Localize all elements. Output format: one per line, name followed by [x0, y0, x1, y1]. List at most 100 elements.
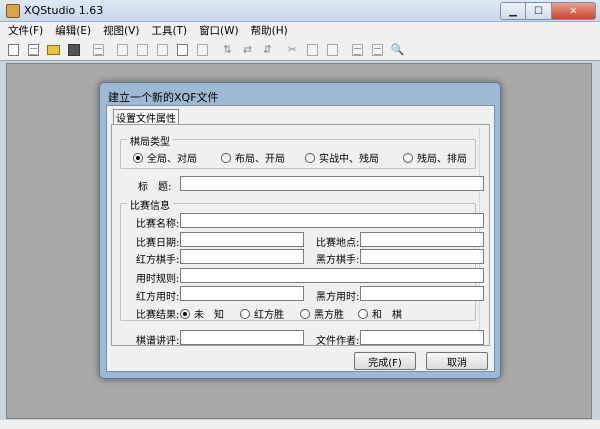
radio-label: 实战中、残局 — [319, 154, 379, 165]
new-file-button[interactable] — [5, 41, 22, 58]
print-board-icon — [177, 43, 188, 56]
match-date-label: 比赛日期: — [136, 238, 180, 249]
radio-endgame[interactable]: 残局、排局 — [403, 150, 467, 165]
paste-board-button[interactable] — [154, 41, 171, 58]
match-info-title: 比赛信息 — [127, 197, 173, 212]
new-xqf-dialog: 建立一个新的XQF文件 设置文件属性 棋局类型 全局、对局 布局、开局 实战中、… — [99, 82, 501, 379]
red-player-input[interactable] — [180, 249, 304, 264]
radio-label: 和 棋 — [372, 310, 402, 321]
red-player-label: 红方棋手: — [136, 255, 180, 266]
radio-result-unknown[interactable]: 未 知 — [180, 306, 224, 321]
minimize-icon: ▁ — [509, 5, 517, 17]
list-button[interactable] — [90, 41, 107, 58]
radio-dot — [300, 308, 310, 319]
black-player-input[interactable] — [360, 249, 484, 264]
page-back-button[interactable] — [369, 41, 386, 58]
radio-dot — [403, 152, 413, 163]
open-button[interactable] — [45, 41, 62, 58]
radio-result-red-win[interactable]: 红方胜 — [240, 306, 284, 321]
black-player-label: 黑方棋手: — [316, 255, 360, 266]
radio-dot — [305, 152, 315, 163]
page-button[interactable] — [349, 41, 366, 58]
red-time-label: 红方用时: — [136, 292, 180, 303]
radio-middle-game[interactable]: 实战中、残局 — [305, 150, 379, 165]
close-button[interactable]: ✕ — [552, 2, 596, 20]
radio-full-game[interactable]: 全局、对局 — [133, 150, 197, 165]
dialog-title: 建立一个新的XQF文件 — [108, 91, 219, 104]
black-time-label: 黑方用时: — [316, 292, 360, 303]
radio-label: 未 知 — [194, 310, 224, 321]
radio-label: 黑方胜 — [314, 310, 344, 321]
branch-icon: ⇵ — [262, 43, 273, 56]
tab-file-properties[interactable]: 设置文件属性 — [113, 109, 179, 125]
title-input[interactable] — [180, 176, 484, 191]
menu-window[interactable]: 窗口(W) — [199, 23, 239, 38]
copy-board-button[interactable] — [134, 41, 151, 58]
commentator-input[interactable] — [180, 330, 304, 345]
window-controls: ▁ ☐ ✕ — [500, 2, 596, 20]
time-rule-input[interactable] — [180, 268, 484, 283]
menu-view[interactable]: 视图(V) — [103, 23, 139, 38]
paste-button[interactable] — [324, 41, 341, 58]
menu-help[interactable]: 帮助(H) — [251, 23, 288, 38]
author-input[interactable] — [360, 330, 484, 345]
radio-label: 红方胜 — [254, 310, 284, 321]
radio-label: 残局、排局 — [417, 154, 467, 165]
folder-icon — [47, 44, 60, 55]
copy-icon — [307, 43, 318, 56]
new-file-icon — [8, 43, 19, 56]
settings-icon — [197, 43, 208, 56]
save-button[interactable] — [65, 41, 82, 58]
match-place-input[interactable] — [360, 232, 484, 247]
copy-button[interactable] — [304, 41, 321, 58]
maximize-icon: ☐ — [534, 5, 543, 17]
app-window: XQStudio 1.63 ▁ ☐ ✕ 文件(F) 编辑(E) 视图(V) 工具… — [0, 0, 600, 429]
radio-dot — [221, 152, 231, 163]
cut-board-button[interactable] — [114, 41, 131, 58]
swap-vertical-button[interactable]: ⇅ — [219, 41, 236, 58]
cut-button[interactable]: ✂ — [284, 41, 301, 58]
window-title: XQStudio 1.63 — [24, 4, 104, 17]
dialog-body: 设置文件属性 棋局类型 全局、对局 布局、开局 实战中、残局 残局、排局 标 题… — [106, 105, 495, 372]
finish-button[interactable]: 完成(F) — [354, 352, 416, 370]
author-label: 文件作者: — [316, 336, 360, 347]
commentator-label: 棋谱讲评: — [136, 336, 180, 347]
copy-board-icon — [137, 43, 148, 56]
match-date-input[interactable] — [180, 232, 304, 247]
radio-label: 布局、开局 — [235, 154, 285, 165]
new-document-button[interactable] — [25, 41, 42, 58]
title-bar: XQStudio 1.63 ▁ ☐ ✕ — [0, 0, 600, 22]
cancel-button[interactable]: 取消 — [426, 352, 488, 370]
radio-result-black-win[interactable]: 黑方胜 — [300, 306, 344, 321]
match-name-input[interactable] — [180, 213, 484, 228]
scissors-icon: ✂ — [287, 43, 298, 56]
game-type-group: 棋局类型 全局、对局 布局、开局 实战中、残局 残局、排局 — [120, 133, 476, 169]
print-board-button[interactable] — [174, 41, 191, 58]
swap-horizontal-button[interactable]: ⇄ — [239, 41, 256, 58]
tab-panel: 棋局类型 全局、对局 布局、开局 实战中、残局 残局、排局 标 题: 比赛信息 … — [111, 124, 490, 347]
minimize-button[interactable]: ▁ — [500, 2, 526, 20]
maximize-button[interactable]: ☐ — [526, 2, 552, 20]
radio-dot — [180, 308, 190, 319]
radio-dot — [358, 308, 368, 319]
menu-tools[interactable]: 工具(T) — [151, 23, 187, 38]
red-time-input[interactable] — [180, 286, 304, 301]
radio-label: 全局、对局 — [147, 154, 197, 165]
black-time-input[interactable] — [360, 286, 484, 301]
radio-opening[interactable]: 布局、开局 — [221, 150, 285, 165]
list-icon — [93, 43, 104, 56]
page-back-icon — [372, 43, 383, 56]
settings-button[interactable] — [194, 41, 211, 58]
toolbar: ⇅ ⇄ ⇵ ✂ 🔍 — [0, 39, 600, 61]
board-icon — [117, 43, 128, 56]
radio-result-draw[interactable]: 和 棋 — [358, 306, 402, 321]
paste-board-icon — [157, 43, 168, 56]
menu-edit[interactable]: 编辑(E) — [55, 23, 91, 38]
paste-icon — [327, 43, 338, 56]
menu-bar: 文件(F) 编辑(E) 视图(V) 工具(T) 窗口(W) 帮助(H) — [0, 22, 600, 39]
branch-button[interactable]: ⇵ — [259, 41, 276, 58]
app-logo-icon — [6, 4, 20, 18]
print-preview-button[interactable]: 🔍 — [389, 41, 406, 58]
swap-vertical-icon: ⇅ — [222, 43, 233, 56]
menu-file[interactable]: 文件(F) — [8, 23, 43, 38]
